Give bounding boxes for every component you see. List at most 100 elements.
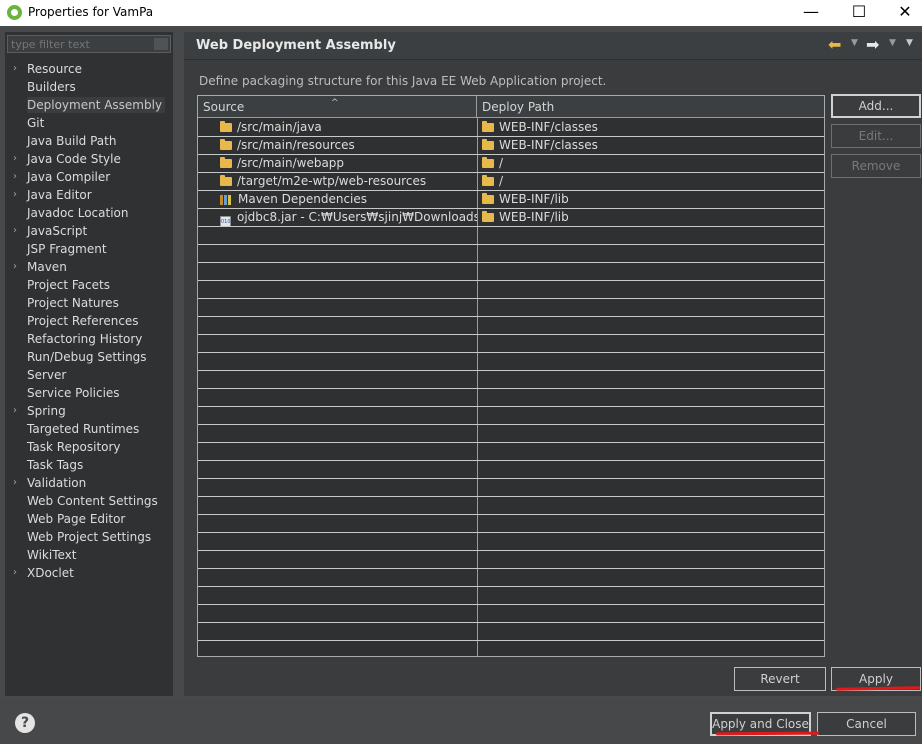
remove-button[interactable]: Remove — [831, 154, 921, 178]
source-cell: Maven Dependencies — [198, 191, 477, 208]
table-row[interactable]: /target/m2e-wtp/web-resources / — [198, 173, 824, 191]
arrow-right-icon[interactable]: ➡ — [866, 36, 879, 54]
folder-icon — [482, 157, 494, 168]
minimize-button[interactable]: — — [788, 0, 834, 26]
nav-item[interactable]: Web Project Settings — [5, 528, 173, 546]
nav-item[interactable]: Javadoc Location — [5, 204, 173, 222]
cancel-button[interactable]: Cancel — [817, 712, 916, 736]
nav-item[interactable]: Refactoring History — [5, 330, 173, 348]
nav-item[interactable]: Web Page Editor — [5, 510, 173, 528]
nav-item[interactable]: Java Build Path — [5, 132, 173, 150]
filter-input[interactable] — [8, 36, 148, 52]
nav-item[interactable]: Service Policies — [5, 384, 173, 402]
nav-item[interactable]: › XDoclet — [5, 564, 173, 582]
edit-button[interactable]: Edit... — [831, 124, 921, 148]
nav-item-label: Spring — [27, 404, 66, 418]
folder-icon — [482, 121, 494, 132]
page-title: Web Deployment Assembly — [196, 38, 396, 53]
expand-arrow-icon[interactable]: › — [13, 168, 17, 186]
folder-icon — [482, 139, 494, 150]
nav-item-label: Server — [27, 368, 67, 382]
table-row[interactable]: 010 ojdbc8.jar - C:₩Users₩sjinj₩Downloads… — [198, 209, 824, 227]
table-row[interactable]: /src/main/resources WEB-INF/classes — [198, 137, 824, 155]
nav-item-label: Javadoc Location — [27, 206, 129, 220]
forward-dropdown-icon[interactable]: ▼ — [889, 38, 896, 48]
nav-item[interactable]: › Spring — [5, 402, 173, 420]
nav-item[interactable]: Project References — [5, 312, 173, 330]
revert-button[interactable]: Revert — [734, 667, 826, 691]
nav-item[interactable]: › Java Code Style — [5, 150, 173, 168]
sort-ascending-icon: ^ — [331, 98, 339, 108]
nav-item-label: Project References — [27, 314, 139, 328]
nav-item[interactable]: WikiText — [5, 546, 173, 564]
nav-item-label: WikiText — [27, 548, 77, 562]
add-button[interactable]: Add... — [831, 94, 921, 118]
source-cell: /src/main/webapp — [198, 155, 477, 172]
expand-arrow-icon[interactable]: › — [13, 564, 17, 582]
nav-item[interactable]: Server — [5, 366, 173, 384]
folder-icon — [220, 139, 232, 150]
nav-item[interactable]: › Java Editor — [5, 186, 173, 204]
empty-table-row — [198, 587, 824, 605]
spring-app-icon — [7, 5, 22, 20]
nav-item[interactable]: JSP Fragment — [5, 240, 173, 258]
empty-table-row — [198, 497, 824, 515]
column-header-deploy-path[interactable]: Deploy Path — [477, 96, 824, 118]
back-dropdown-icon[interactable]: ▼ — [851, 38, 858, 48]
filter-box — [7, 35, 171, 53]
nav-item[interactable]: › Java Compiler — [5, 168, 173, 186]
empty-table-row — [198, 407, 824, 425]
source-cell: /target/m2e-wtp/web-resources — [198, 173, 477, 190]
table-body: /src/main/java WEB-INF/classes/src/main/r… — [198, 119, 824, 656]
nav-item[interactable]: Task Repository — [5, 438, 173, 456]
nav-item-label: Validation — [27, 476, 87, 490]
nav-item-label: Java Code Style — [27, 152, 121, 166]
properties-page: Web Deployment Assembly ⬅ ▼ ➡ ▼ ▼ Define… — [184, 32, 922, 696]
table-row[interactable]: Maven Dependencies WEB-INF/lib — [198, 191, 824, 209]
expand-arrow-icon[interactable]: › — [13, 222, 17, 240]
table-row[interactable]: /src/main/webapp / — [198, 155, 824, 173]
empty-table-row — [198, 227, 824, 245]
expand-arrow-icon[interactable]: › — [13, 402, 17, 420]
nav-item[interactable]: Project Facets — [5, 276, 173, 294]
nav-item[interactable]: Run/Debug Settings — [5, 348, 173, 366]
nav-item[interactable]: › Validation — [5, 474, 173, 492]
close-button[interactable]: ✕ — [882, 0, 922, 26]
empty-table-row — [198, 281, 824, 299]
folder-icon — [482, 211, 494, 222]
page-description: Define packaging structure for this Java… — [199, 74, 607, 88]
help-icon[interactable]: ? — [15, 713, 35, 733]
nav-item[interactable]: Web Content Settings — [5, 492, 173, 510]
nav-item[interactable]: › JavaScript — [5, 222, 173, 240]
arrow-left-icon[interactable]: ⬅ — [828, 36, 841, 54]
nav-item[interactable]: › Maven — [5, 258, 173, 276]
nav-item[interactable]: Git — [5, 114, 173, 132]
expand-arrow-icon[interactable]: › — [13, 150, 17, 168]
clear-filter-icon[interactable] — [154, 38, 168, 50]
view-menu-icon[interactable]: ▼ — [906, 38, 913, 48]
nav-item[interactable]: Project Natures — [5, 294, 173, 312]
nav-item-label: Web Page Editor — [27, 512, 126, 526]
empty-table-row — [198, 389, 824, 407]
expand-arrow-icon[interactable]: › — [13, 60, 17, 78]
nav-item[interactable]: › Resource — [5, 60, 173, 78]
nav-item[interactable]: Builders — [5, 78, 173, 96]
expand-arrow-icon[interactable]: › — [13, 258, 17, 276]
library-icon — [220, 193, 233, 205]
column-header-source[interactable]: Source ^ — [198, 96, 477, 118]
folder-icon — [482, 193, 494, 204]
maximize-button[interactable]: ☐ — [836, 0, 882, 26]
nav-item-label: Deployment Assembly — [27, 97, 166, 113]
nav-item[interactable]: Task Tags — [5, 456, 173, 474]
nav-item-label: Project Facets — [27, 278, 110, 292]
expand-arrow-icon[interactable]: › — [13, 186, 17, 204]
empty-table-row — [198, 641, 824, 656]
deploy-path-text: WEB-INF/lib — [499, 192, 569, 206]
empty-table-row — [198, 299, 824, 317]
table-row[interactable]: /src/main/java WEB-INF/classes — [198, 119, 824, 137]
expand-arrow-icon[interactable]: › — [13, 474, 17, 492]
nav-item[interactable]: Targeted Runtimes — [5, 420, 173, 438]
nav-item-label: Service Policies — [27, 386, 120, 400]
nav-item[interactable]: Deployment Assembly — [5, 96, 173, 114]
empty-table-row — [198, 263, 824, 281]
